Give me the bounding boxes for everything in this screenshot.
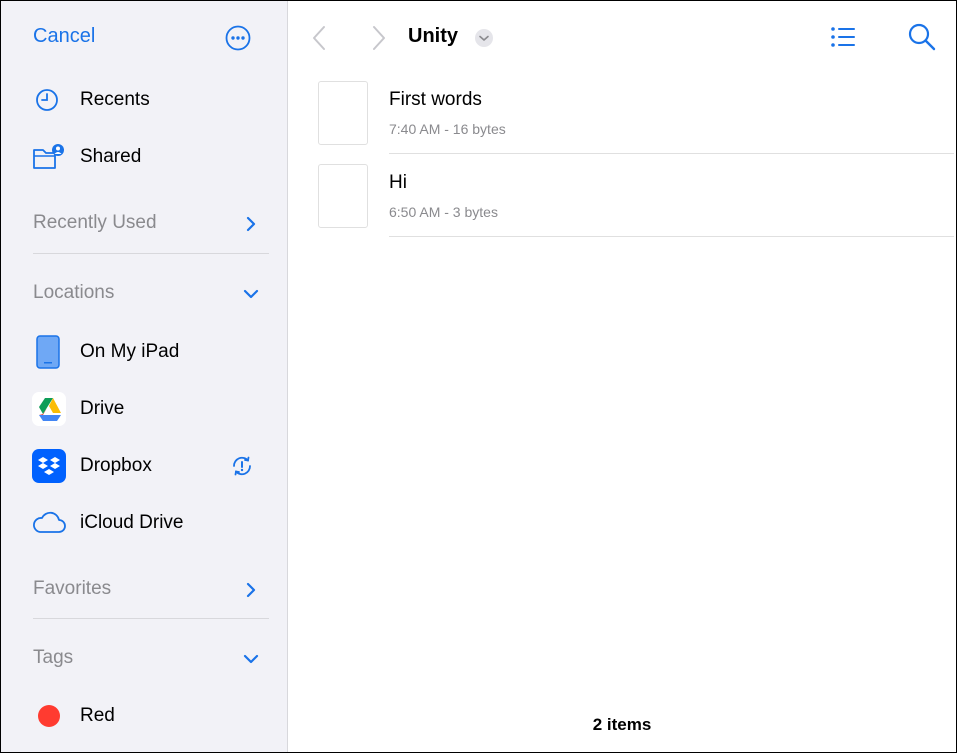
sidebar-item-label: Dropbox (80, 455, 152, 476)
list-view-icon[interactable] (828, 23, 858, 51)
dropbox-icon (32, 449, 66, 483)
sidebar-item-label: Shared (80, 146, 142, 167)
section-tags[interactable]: Tags (1, 634, 287, 684)
sidebar-item-tag-red[interactable]: Red (1, 691, 287, 741)
chevron-right-icon (246, 582, 256, 598)
file-name: Hi (389, 172, 407, 193)
section-favorites[interactable]: Favorites (1, 565, 287, 615)
section-recently-used[interactable]: Recently Used (1, 199, 287, 249)
chevron-down-icon (243, 289, 259, 299)
clock-icon (36, 89, 58, 111)
red-tag-dot-icon (38, 705, 60, 727)
sidebar-item-label: iCloud Drive (80, 512, 184, 533)
section-label: Tags (33, 647, 74, 668)
divider (33, 253, 269, 254)
sidebar-item-label: Drive (80, 398, 125, 419)
section-locations[interactable]: Locations (1, 269, 287, 319)
sidebar-item-dropbox[interactable]: Dropbox (1, 441, 287, 491)
chevron-down-circle-icon[interactable] (474, 28, 494, 48)
sidebar-item-recents[interactable]: Recents (1, 75, 287, 125)
section-label: Favorites (33, 578, 112, 599)
sync-alert-icon[interactable] (230, 454, 254, 478)
sidebar: Cancel Recents Shared Recently Used Loca… (1, 1, 288, 752)
section-label: Recently Used (33, 212, 157, 233)
sidebar-item-shared[interactable]: Shared (1, 132, 287, 182)
divider (33, 618, 269, 619)
shared-folder-icon (33, 144, 64, 169)
section-label: Locations (33, 282, 115, 303)
file-row[interactable]: First words 7:40 AM - 16 bytes (318, 81, 956, 163)
file-name: First words (389, 89, 482, 110)
files-picker-window: Cancel Recents Shared Recently Used Loca… (0, 0, 957, 753)
ipad-icon (36, 335, 60, 369)
search-icon[interactable] (906, 21, 938, 53)
back-chevron-icon[interactable] (308, 23, 330, 53)
file-row[interactable]: Hi 6:50 AM - 3 bytes (318, 164, 956, 246)
cancel-button[interactable]: Cancel (33, 25, 95, 48)
folder-title[interactable]: Unity (408, 25, 458, 48)
sidebar-item-on-my-ipad[interactable]: On My iPad (1, 327, 287, 377)
icloud-icon (33, 511, 66, 533)
file-meta: 7:40 AM - 16 bytes (389, 121, 506, 137)
forward-chevron-icon[interactable] (368, 23, 390, 53)
sidebar-item-label: Recents (80, 89, 150, 110)
google-drive-icon (32, 392, 66, 426)
more-options-icon[interactable] (225, 25, 251, 51)
sidebar-item-label: Red (80, 705, 115, 726)
sidebar-item-icloud-drive[interactable]: iCloud Drive (1, 498, 287, 548)
file-meta: 6:50 AM - 3 bytes (389, 204, 498, 220)
file-thumbnail (318, 164, 368, 228)
item-count: 2 items (592, 715, 652, 734)
chevron-right-icon (246, 216, 256, 232)
divider (389, 236, 954, 237)
main-content: Unity First words 7:40 AM - 16 bytes Hi … (288, 1, 956, 752)
sidebar-item-drive[interactable]: Drive (1, 384, 287, 434)
file-thumbnail (318, 81, 368, 145)
sidebar-item-label: On My iPad (80, 341, 180, 362)
chevron-down-icon (243, 654, 259, 664)
divider (389, 153, 954, 154)
sidebar-header: Cancel (1, 1, 287, 71)
